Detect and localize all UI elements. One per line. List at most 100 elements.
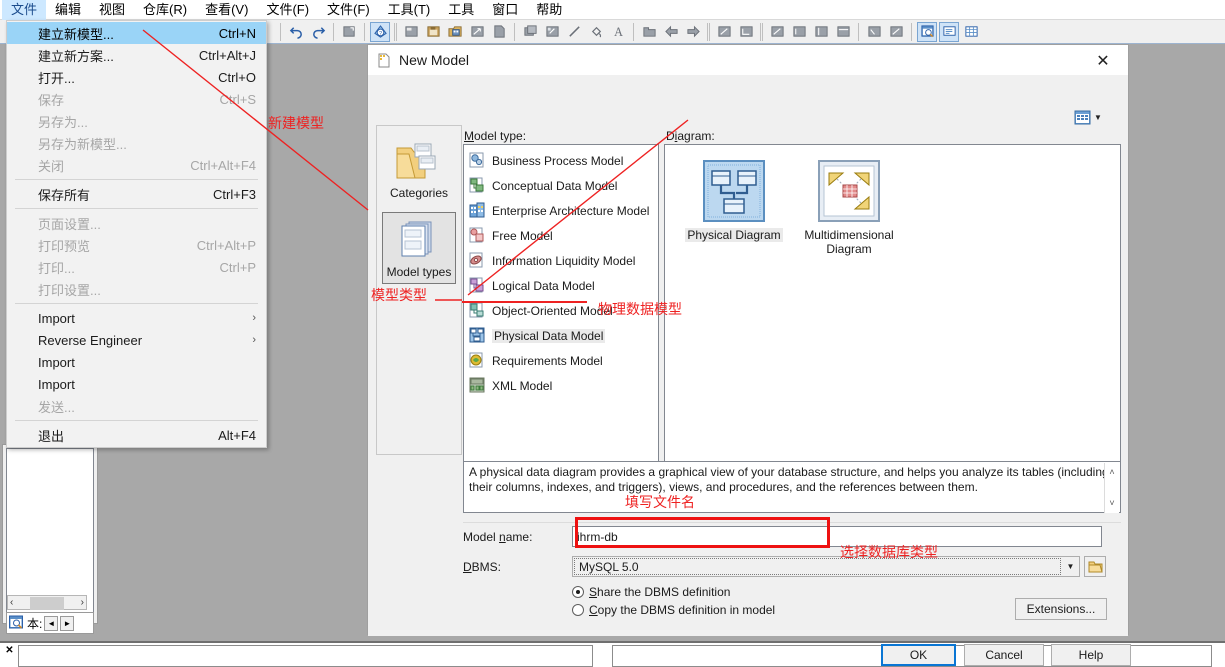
output-pane-tabs-area[interactable] (18, 645, 593, 667)
diagram-item-multidimensional[interactable]: Multidimensional Diagram (790, 159, 908, 256)
diagram-list[interactable]: Physical Diagram Multidimensional Diagra… (664, 144, 1121, 496)
menu-item-reverse-engineer[interactable]: Reverse Engineer › (7, 329, 266, 351)
cancel-button[interactable]: Cancel (964, 644, 1044, 666)
dialog-titlebar[interactable]: New Model (368, 45, 1128, 75)
model-type-item-conceptual-data[interactable]: Conceptual Data Model (466, 173, 658, 198)
text-tool-button[interactable]: A (608, 22, 628, 42)
share-dbms-radio[interactable] (572, 586, 584, 598)
view-tool-6-button[interactable] (886, 22, 906, 42)
requirements-model-icon (469, 352, 486, 369)
view-tool-2-button[interactable] (789, 22, 809, 42)
browser-tab-label[interactable]: 本: (27, 615, 42, 632)
ok-button[interactable]: OK (881, 644, 956, 666)
menubar-item-tools[interactable]: 工具(T) (379, 0, 440, 20)
repository-button[interactable] (445, 22, 465, 42)
package-button[interactable] (639, 22, 659, 42)
menubar-item-tools2[interactable]: 工具 (439, 0, 483, 20)
copy-dbms-radio[interactable] (572, 604, 584, 616)
help-button[interactable]: Help (1051, 644, 1131, 666)
browser-horizontal-scrollbar[interactable]: ‹ › (7, 595, 87, 610)
menu-item-save-all[interactable]: 保存所有 Ctrl+F3 (7, 183, 266, 205)
diagram-button[interactable] (467, 22, 487, 42)
help-pointer-button[interactable]: ? (370, 21, 390, 42)
scroll-left-arrow[interactable]: ‹ (8, 597, 15, 608)
model-type-item-business-process[interactable]: Business Process Model (466, 148, 658, 173)
menu-item-import[interactable]: Import › (7, 307, 266, 329)
back-arrow-button[interactable] (661, 22, 681, 42)
chevron-down-icon[interactable]: ▼ (1094, 113, 1102, 122)
share-dbms-radio-row[interactable]: Share the DBMS definition (572, 585, 730, 599)
menubar-item-file[interactable]: 文件 (2, 0, 47, 20)
tab-prev-button[interactable]: ◄ (44, 615, 59, 631)
scroll-right-arrow[interactable]: › (79, 597, 86, 608)
model-type-item-information-liquidity[interactable]: Information Liquidity Model (466, 248, 658, 273)
copy-shape-button[interactable] (520, 22, 540, 42)
menubar-item-file2[interactable]: 文件(F) (257, 0, 318, 20)
menubar-item-edit[interactable]: 编辑 (46, 0, 90, 20)
view-tool-1-button[interactable] (767, 22, 787, 42)
page-button[interactable] (489, 22, 509, 42)
description-scrollbar[interactable]: ˄ ˅ (1104, 463, 1119, 513)
diagram-item-physical[interactable]: Physical Diagram (675, 159, 793, 242)
fill-tool-button[interactable] (586, 22, 606, 42)
extensions-button[interactable]: Extensions... (1015, 598, 1107, 620)
view-tool-5-button[interactable] (864, 22, 884, 42)
menu-separator (15, 179, 258, 180)
model-name-input[interactable]: ihrm-db (572, 526, 1102, 547)
scroll-up-arrow[interactable]: ˄ (1109, 465, 1114, 480)
view-tool-4-button[interactable] (833, 22, 853, 42)
chevron-down-icon[interactable]: ▼ (1062, 557, 1079, 576)
menu-item-exit[interactable]: 退出 Alt+F4 (7, 424, 266, 446)
category-button-model-types[interactable]: Model types (382, 212, 456, 284)
browser-panel[interactable] (6, 448, 94, 618)
menu-item-save-as: 另存为... (7, 110, 266, 132)
grid-panel-button[interactable] (961, 22, 981, 42)
view-mode-toggle[interactable]: ▼ (1074, 108, 1112, 126)
output-panel-button[interactable] (939, 21, 959, 42)
model-type-item-enterprise-architecture[interactable]: Enterprise Architecture Model (466, 198, 658, 223)
entity-tool-button[interactable] (714, 22, 734, 42)
menubar-item-repository[interactable]: 仓库(R) (134, 0, 196, 20)
menubar-item-help[interactable]: 帮助 (527, 0, 571, 20)
menubar-item-look[interactable]: 查看(V) (196, 0, 257, 20)
model-type-label: Model type: (464, 129, 527, 143)
model-type-item-physical-data[interactable]: Physical Data Model (466, 323, 658, 348)
diagram-item-label: Multidimensional Diagram (804, 228, 894, 256)
menu-item-import-2[interactable]: Import (7, 351, 266, 373)
model-type-item-requirements[interactable]: Requirements Model (466, 348, 658, 373)
tab-next-button[interactable]: ► (60, 615, 75, 631)
model-type-item-logical-data[interactable]: Logical Data Model (466, 273, 658, 298)
model-type-list[interactable]: Business Process Model Conceptual Data M… (463, 144, 659, 496)
resize-button[interactable] (339, 22, 359, 42)
redo-button[interactable] (308, 22, 328, 42)
undo-button[interactable] (286, 22, 306, 42)
new-model-button[interactable] (401, 22, 421, 42)
model-type-label-text: Information Liquidity Model (492, 253, 636, 268)
menu-item-new-project[interactable]: 建立新方案... Ctrl+Alt+J (7, 44, 266, 66)
scrollbar-thumb[interactable] (30, 597, 64, 610)
output-pane-close-icon[interactable]: ✕ (3, 644, 16, 657)
menubar-item-view[interactable]: 视图 (90, 0, 134, 20)
model-type-item-free-model[interactable]: Free Model (466, 223, 658, 248)
dbms-combobox[interactable]: MySQL 5.0 ▼ (572, 556, 1080, 577)
dbms-browse-button[interactable] (1084, 556, 1106, 577)
dialog-close-icon[interactable]: ✕ (1082, 47, 1124, 73)
open-model-button[interactable] (423, 22, 443, 42)
dbms-value[interactable]: MySQL 5.0 (574, 558, 1061, 575)
menu-item-new-model[interactable]: 建立新模型... Ctrl+N (7, 22, 266, 44)
menu-item-import-3[interactable]: Import (7, 373, 266, 395)
forward-arrow-button[interactable] (683, 22, 703, 42)
menu-item-open[interactable]: 打开... Ctrl+O (7, 66, 266, 88)
menubar-item-window[interactable]: 窗口 (483, 0, 527, 20)
link-shape-button[interactable] (542, 22, 562, 42)
copy-dbms-radio-row[interactable]: Copy the DBMS definition in model (572, 603, 775, 617)
scroll-down-arrow[interactable]: ˅ (1109, 496, 1114, 511)
model-type-item-xml[interactable]: XML Model (466, 373, 658, 398)
menubar-item-file3[interactable]: 文件(F) (318, 0, 379, 20)
relation-tool-button[interactable] (736, 22, 756, 42)
line-tool-button[interactable] (564, 22, 584, 42)
view-tool-3-button[interactable] (811, 22, 831, 42)
browser-panel-button[interactable] (917, 21, 937, 42)
category-button-categories[interactable]: Categories (382, 134, 456, 204)
new-model-dialog: New Model ✕ ▼ Categories Model types Mod… (367, 44, 1131, 666)
